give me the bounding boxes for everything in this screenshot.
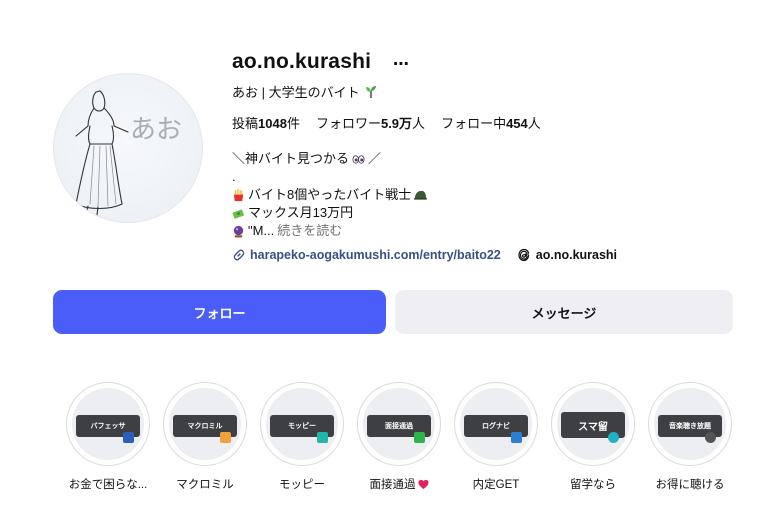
highlight-cover: 音楽聴き放題: [652, 386, 728, 462]
following-unit: 人: [527, 116, 541, 131]
highlight-label: マクロミル: [176, 479, 234, 491]
highlight-label: お得に聴ける: [655, 479, 725, 491]
highlight-cover: モッピー: [264, 386, 340, 462]
posts-value: 1048: [258, 116, 287, 131]
bio-line-4-text: マックス月13万円: [248, 205, 354, 220]
following-count[interactable]: フォロー中454人: [441, 113, 541, 132]
external-link[interactable]: harapeko-aogakumushi.com/entry/baito22: [232, 248, 501, 262]
highlight-ring: 音楽聴き放題: [648, 382, 732, 466]
read-more-link[interactable]: 続きを読む: [277, 222, 342, 240]
following-value: 454: [506, 116, 528, 131]
avatar-text: あお: [130, 115, 182, 145]
posts-label: 投稿: [232, 116, 259, 131]
highlight-item[interactable]: マクロミル マクロミル: [163, 382, 247, 492]
highlight-ring: モッピー: [260, 382, 344, 466]
highlight-cover: ログナビ: [458, 386, 534, 462]
profile-username: ao.no.kurashi: [232, 50, 372, 73]
bio-line-3: バイト8個やったバイト戦士: [232, 186, 428, 204]
highlight-cover: 面接通過: [361, 386, 437, 462]
highlight-cover: マクロミル: [167, 386, 243, 462]
bio-line-2: .: [232, 168, 427, 186]
highlight-item[interactable]: バフェッサ お金で困らな...: [66, 382, 150, 492]
profile-stats: 投稿1048件 フォロワー5.9万人 フォロー中454人: [232, 113, 541, 132]
eyes-icon: [352, 154, 365, 164]
more-options-icon[interactable]: ⋯: [393, 54, 410, 74]
money-icon: [232, 209, 244, 219]
highlight-badge-icon: [317, 432, 328, 443]
avatar-illustration: あお: [75, 90, 182, 216]
avatar[interactable]: あお: [53, 73, 203, 223]
followers-count[interactable]: フォロワー5.9万人: [316, 113, 425, 132]
highlight-label: 留学なら: [570, 479, 616, 491]
highlight-badge-icon: [608, 432, 619, 443]
highlight-ring: スマ留: [551, 382, 635, 466]
threads-link[interactable]: ao.no.kurashi: [517, 248, 617, 262]
highlight-item[interactable]: スマ留 留学なら: [551, 382, 635, 492]
highlight-badge-icon: [414, 432, 425, 443]
helmet-icon: [414, 190, 428, 200]
followers-unit: 人: [412, 116, 426, 131]
followers-value: 5.9万: [380, 116, 413, 131]
highlight-cover: バフェッサ: [70, 386, 146, 462]
follow-button[interactable]: フォロー: [53, 290, 386, 334]
highlight-item[interactable]: ログナビ 内定GET: [454, 382, 538, 492]
highlight-label: お金で困らな...: [68, 479, 148, 491]
profile-links: harapeko-aogakumushi.com/entry/baito22 a…: [232, 248, 617, 262]
highlight-label-text: 面接通過: [369, 479, 416, 491]
highlight-item[interactable]: モッピー モッピー: [260, 382, 344, 492]
bio-line-3-text: バイト8個やったバイト戦士: [248, 187, 412, 202]
profile-bio: ＼神バイト見つかる ／ . バイト8個やったバイト戦士 マックス月13万円 "M…: [232, 150, 428, 240]
posts-unit: 件: [286, 116, 300, 131]
posts-count: 投稿1048件: [232, 113, 300, 132]
bio-line-1-text: ＼神バイト見つかる: [232, 151, 350, 166]
bio-line-4: マックス月13万円: [232, 204, 427, 222]
highlight-ring: ログナビ: [454, 382, 538, 466]
bio-line-1: ＼神バイト見つかる ／: [232, 150, 427, 168]
highlight-item[interactable]: 音楽聴き放題 お得に聴ける: [648, 382, 732, 492]
fullname-text: あお | 大学生のバイト: [232, 85, 360, 100]
highlight-label: モッピー: [279, 479, 325, 491]
bio-line-5: "M... 続きを読む: [232, 222, 427, 240]
highlight-badge-icon: [705, 432, 716, 443]
highlight-item[interactable]: 面接通過 面接通過: [357, 382, 441, 492]
highlight-label: 面接通過: [370, 476, 429, 492]
highlight-label: 内定GET: [472, 479, 520, 491]
profile-fullname: あお | 大学生のバイト: [232, 82, 378, 101]
highlight-ring: 面接通過: [357, 382, 441, 466]
sprout-icon: [365, 85, 376, 98]
bio-line-5-text: "M...: [248, 223, 275, 238]
message-button[interactable]: メッセージ: [395, 290, 733, 334]
highlight-badge-icon: [511, 432, 522, 443]
story-highlights: バフェッサ お金で困らな... マクロミル マクロミル モッピー モッピー 面接…: [66, 382, 732, 492]
threads-icon: [518, 248, 529, 262]
threads-link-text: ao.no.kurashi: [535, 248, 618, 262]
highlight-cover: スマ留: [555, 386, 631, 462]
external-link-text: harapeko-aogakumushi.com/entry/baito22: [250, 248, 501, 262]
link-icon: [233, 249, 245, 261]
bio-line-1-end: ／: [368, 151, 382, 166]
followers-label: フォロワー: [315, 116, 381, 131]
fries-icon: [233, 188, 244, 201]
bio-line-2-text: .: [232, 169, 236, 184]
highlight-ring: バフェッサ: [66, 382, 150, 466]
highlight-ring: マクロミル: [163, 382, 247, 466]
heart-icon: [417, 479, 429, 489]
crystal-ball-icon: [233, 225, 244, 237]
highlight-badge-icon: [220, 432, 231, 443]
highlight-badge-icon: [123, 432, 134, 443]
following-label: フォロー中: [441, 116, 507, 131]
